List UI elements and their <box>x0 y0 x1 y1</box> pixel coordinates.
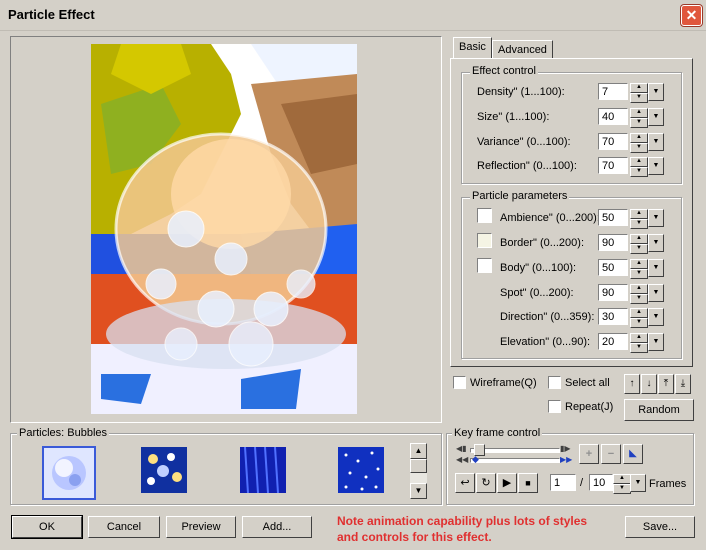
timeline-forward-icon[interactable]: ▶▶ <box>560 455 572 464</box>
border-input[interactable]: 90 <box>598 234 628 251</box>
repeat-label: Repeat(J) <box>565 401 614 413</box>
keyframe-label: Key frame control <box>452 427 543 439</box>
density-dropdown-icon[interactable]: ▼ <box>648 83 664 101</box>
size-input[interactable]: 40 <box>598 108 628 125</box>
rewind-icon[interactable]: ↻ <box>476 473 496 493</box>
variance-label: Variance" (0...100): <box>477 136 571 148</box>
select-all-label: Select all <box>565 377 610 389</box>
tab-basic[interactable]: Basic <box>453 37 492 58</box>
density-input[interactable]: 7 <box>598 83 628 100</box>
select-all-checkbox[interactable] <box>548 376 561 389</box>
direction-dropdown-icon[interactable]: ▼ <box>648 308 664 326</box>
ambience-input[interactable]: 50 <box>598 209 628 226</box>
tab-advanced[interactable]: Advanced <box>492 40 553 59</box>
scroll-down-icon[interactable]: ▼ <box>410 483 427 499</box>
timeline-end-icon[interactable]: ▮▶ <box>560 444 571 453</box>
preview-image <box>91 44 357 414</box>
add-keyframe-icon[interactable]: + <box>579 444 599 464</box>
particles-scrollbar[interactable]: ▲ ▼ <box>410 443 427 499</box>
particles-group-label: Particles: Bubbles <box>17 427 110 439</box>
body-label: Body" (0...100): <box>500 262 577 274</box>
remove-keyframe-icon[interactable]: − <box>601 444 621 464</box>
stop-icon[interactable]: ■ <box>518 473 538 493</box>
add-button[interactable]: Add... <box>242 516 312 538</box>
title-bar <box>0 0 706 31</box>
elevation-spinner[interactable]: ▲ ▼ <box>630 333 648 353</box>
direction-spinner[interactable]: ▲ ▼ <box>630 308 648 328</box>
border-dropdown-icon[interactable]: ▼ <box>648 234 664 252</box>
frame-input[interactable]: 1 <box>550 474 576 491</box>
ok-button[interactable]: OK <box>11 515 83 539</box>
size-label: Size" (1...100): <box>477 111 550 123</box>
variance-input[interactable]: 70 <box>598 133 628 150</box>
timeline-back-icon[interactable]: ◀◀ <box>456 455 468 464</box>
ambience-spinner[interactable]: ▲ ▼ <box>630 209 648 229</box>
particle-thumb-2[interactable] <box>141 447 193 499</box>
note-line-2: and controls for this effect. <box>337 530 492 544</box>
spot-spinner[interactable]: ▲ ▼ <box>630 284 648 304</box>
ambience-color-swatch[interactable] <box>477 208 492 223</box>
total-frames-spinner[interactable]: ▲ ▼ <box>613 474 631 494</box>
body-dropdown-icon[interactable]: ▼ <box>648 259 664 277</box>
save-button[interactable]: Save... <box>625 516 695 538</box>
spot-dropdown-icon[interactable]: ▼ <box>648 284 664 302</box>
elevation-label: Elevation" (0...90): <box>500 336 591 348</box>
border-color-swatch[interactable] <box>477 233 492 248</box>
elevation-input[interactable]: 20 <box>598 333 628 350</box>
timeline-marker-icon[interactable]: ◆ <box>472 454 479 465</box>
density-label: Density" (1...100): <box>477 86 565 98</box>
border-label: Border" (0...200): <box>500 237 584 249</box>
reflection-dropdown-icon[interactable]: ▼ <box>648 157 664 175</box>
move-top-icon[interactable]: ⤒ <box>658 374 674 394</box>
body-spinner[interactable]: ▲ ▼ <box>630 259 648 279</box>
direction-input[interactable]: 30 <box>598 308 628 325</box>
body-color-swatch[interactable] <box>477 258 492 273</box>
total-frames-input[interactable]: 10 <box>589 474 613 491</box>
body-input[interactable]: 50 <box>598 259 628 276</box>
border-spinner[interactable]: ▲ ▼ <box>630 234 648 254</box>
reflection-spinner[interactable]: ▲ ▼ <box>630 157 648 177</box>
move-up-icon[interactable]: ↑ <box>624 374 640 394</box>
loop-icon[interactable]: ↩ <box>455 473 475 493</box>
wireframe-checkbox[interactable] <box>453 376 466 389</box>
move-bottom-icon[interactable]: ⤓ <box>675 374 691 394</box>
timeline-start-icon[interactable]: ◀▮ <box>456 444 467 453</box>
play-icon[interactable]: ▶ <box>497 473 517 493</box>
reflection-input[interactable]: 70 <box>598 157 628 174</box>
scroll-thumb[interactable] <box>410 459 427 473</box>
direction-label: Direction" (0...359): <box>500 311 595 323</box>
random-button[interactable]: Random <box>624 399 694 421</box>
ambience-dropdown-icon[interactable]: ▼ <box>648 209 664 227</box>
variance-dropdown-icon[interactable]: ▼ <box>648 133 664 151</box>
particle-thumb-4[interactable] <box>338 447 390 499</box>
note-line-1: Note animation capability plus lots of s… <box>337 514 588 528</box>
window-title: Particle Effect <box>8 7 95 22</box>
spot-input[interactable]: 90 <box>598 284 628 301</box>
keyframe-edit-icon[interactable]: ◣ <box>623 444 643 464</box>
effect-control-label: Effect control <box>470 65 538 77</box>
particle-thumb-3[interactable] <box>240 446 292 499</box>
wireframe-label: Wireframe(Q) <box>470 377 537 389</box>
move-down-icon[interactable]: ↓ <box>641 374 657 394</box>
repeat-checkbox[interactable] <box>548 400 561 413</box>
frame-separator: / <box>580 477 584 489</box>
size-dropdown-icon[interactable]: ▼ <box>648 108 664 126</box>
reflection-label: Reflection" (0...100): <box>477 160 577 172</box>
particle-thumb-bubbles[interactable] <box>42 446 96 500</box>
preview-button[interactable]: Preview <box>166 516 236 538</box>
cancel-button[interactable]: Cancel <box>88 516 160 538</box>
close-button[interactable]: ✕ <box>681 5 702 26</box>
scroll-up-icon[interactable]: ▲ <box>410 443 427 459</box>
total-frames-dropdown-icon[interactable]: ▼ <box>630 474 646 492</box>
spot-label: Spot" (0...200): <box>500 287 574 299</box>
frames-label: Frames <box>649 478 687 490</box>
keyframe-timeline-slider[interactable]: ◀▮ ▮▶ ◆ ◀◀ ▶▶ <box>456 444 574 466</box>
elevation-dropdown-icon[interactable]: ▼ <box>648 333 664 351</box>
variance-spinner[interactable]: ▲ ▼ <box>630 133 648 153</box>
density-spinner[interactable]: ▲ ▼ <box>630 83 648 103</box>
size-spinner[interactable]: ▲ ▼ <box>630 108 648 128</box>
ambience-label: Ambience" (0...200): <box>500 212 600 224</box>
particle-parameters-label: Particle parameters <box>470 190 570 202</box>
